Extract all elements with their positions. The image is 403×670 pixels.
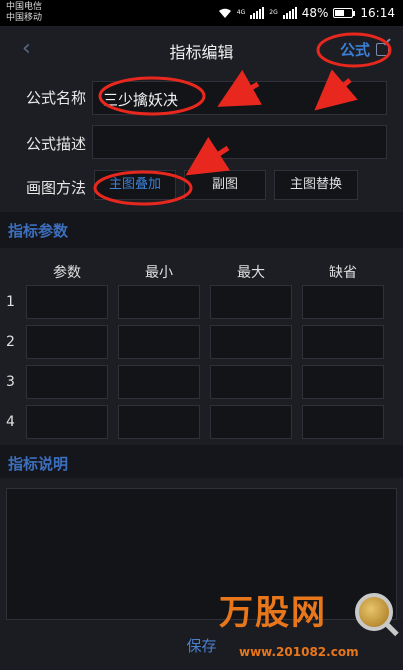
- draw-option-main-overlay[interactable]: 主图叠加: [94, 170, 176, 200]
- param-name-input-1[interactable]: [26, 285, 108, 319]
- row-number: 1: [6, 294, 15, 310]
- battery-icon: [333, 8, 354, 18]
- draw-option-main-replace[interactable]: 主图替换: [274, 170, 358, 200]
- formula-desc-label: 公式描述: [26, 135, 87, 153]
- nav-bar: ‹ 指标编辑 公式: [0, 26, 403, 74]
- formula-form: 公式名称 三少擒妖决 公式描述 画图方法 主图叠加 副图 主图替换: [0, 74, 403, 210]
- draw-option-sub-chart[interactable]: 副图: [184, 170, 266, 200]
- param-min-input-4[interactable]: [118, 405, 200, 439]
- signal-icon-2: [282, 7, 297, 19]
- desc-section-title: 指标说明: [8, 455, 69, 473]
- clock: 16:14: [360, 6, 395, 20]
- params-table: 参数 最小 最大 缺省 1 2 3 4: [0, 250, 403, 442]
- param-name-input-4[interactable]: [26, 405, 108, 439]
- wifi-icon: [218, 8, 231, 18]
- param-default-input-3[interactable]: [302, 365, 384, 399]
- watermark-url: www.201082.com: [239, 645, 359, 659]
- param-min-input-2[interactable]: [118, 325, 200, 359]
- param-min-input-3[interactable]: [118, 365, 200, 399]
- network-type-1: 4G: [236, 9, 246, 16]
- watermark-logo: 万股网 www.201082.com: [219, 585, 399, 667]
- formula-desc-input[interactable]: [92, 125, 387, 159]
- param-default-input-1[interactable]: [302, 285, 384, 319]
- param-name-input-3[interactable]: [26, 365, 108, 399]
- formula-name-input[interactable]: 三少擒妖决: [92, 81, 387, 115]
- carrier-name-2: 中国移动: [6, 13, 43, 23]
- row-number: 3: [6, 374, 15, 390]
- battery-percent: 48%: [301, 6, 329, 20]
- col-header-default: 缺省: [329, 265, 357, 281]
- status-icons: 4G 2G 48% 16:14: [218, 4, 395, 22]
- network-type-2: 2G: [269, 9, 278, 16]
- formula-button-label: 公式: [339, 41, 370, 59]
- desc-section-header: 指标说明: [0, 445, 403, 481]
- param-default-input-2[interactable]: [302, 325, 384, 359]
- row-number: 2: [6, 334, 15, 350]
- watermark-brand: 万股网: [219, 593, 327, 633]
- param-max-input-1[interactable]: [210, 285, 292, 319]
- formula-button[interactable]: 公式: [340, 39, 389, 60]
- status-bar: 中国电信 中国移动 4G 2G 48% 16:14: [0, 0, 403, 26]
- param-max-input-4[interactable]: [210, 405, 292, 439]
- param-name-input-2[interactable]: [26, 325, 108, 359]
- edit-icon: [376, 43, 389, 56]
- params-section-header: 指标参数: [0, 212, 403, 248]
- draw-method-label: 画图方法: [26, 179, 87, 197]
- col-header-param: 参数: [53, 265, 81, 281]
- carrier-name-1: 中国电信: [6, 2, 43, 12]
- param-max-input-3[interactable]: [210, 365, 292, 399]
- col-header-min: 最小: [145, 265, 173, 281]
- param-min-input-1[interactable]: [118, 285, 200, 319]
- formula-name-label: 公式名称: [26, 89, 87, 107]
- params-section-title: 指标参数: [8, 222, 69, 240]
- col-header-max: 最大: [237, 265, 265, 281]
- signal-icon-1: [250, 7, 265, 19]
- param-default-input-4[interactable]: [302, 405, 384, 439]
- row-number: 4: [6, 414, 15, 430]
- param-max-input-2[interactable]: [210, 325, 292, 359]
